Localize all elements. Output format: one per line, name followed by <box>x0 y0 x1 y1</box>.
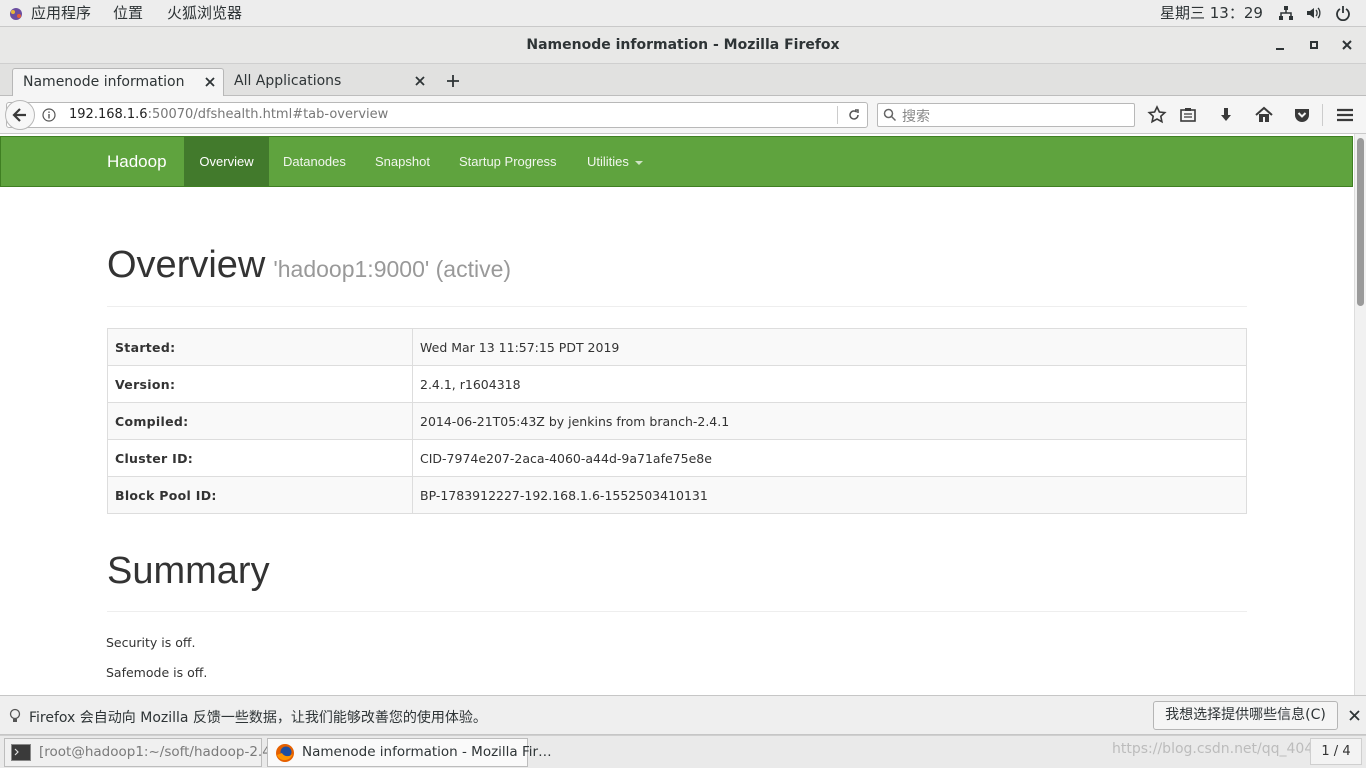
terminal-icon <box>11 744 31 761</box>
tab-all-applications[interactable]: All Applications <box>224 68 436 96</box>
close-tab-icon[interactable] <box>414 75 426 87</box>
task-terminal[interactable]: [root@hadoop1:~/soft/hadoop-2.4.1] <box>4 738 289 767</box>
table-row: Compiled: 2014-06-21T05:43Z by jenkins fr… <box>107 402 1247 440</box>
page-scrollbar[interactable] <box>1354 134 1366 695</box>
navigation-toolbar: 192.168.1.6:50070/dfshealth.html#tab-ove… <box>0 96 1366 134</box>
security-status: Security is off. <box>106 635 196 650</box>
nav-utilities[interactable]: Utilities <box>587 137 643 186</box>
overview-title: Overview <box>107 244 266 286</box>
firefox-app-menu[interactable]: 火狐浏览器 <box>167 0 242 27</box>
url-divider <box>837 106 838 124</box>
tab-label: Namenode information <box>23 74 185 90</box>
tab-strip: Namenode information All Applications <box>0 64 1366 96</box>
workspace-pager[interactable]: 1 / 4 <box>1310 738 1362 765</box>
system-top-bar: 应用程序 位置 火狐浏览器 星期三 13：29 <box>0 0 1366 27</box>
divider <box>107 611 1247 612</box>
tab-namenode-information[interactable]: Namenode information <box>12 68 224 96</box>
row-key: Compiled: <box>107 402 413 440</box>
power-icon[interactable] <box>1335 5 1351 21</box>
bookmark-star-icon[interactable] <box>1147 105 1167 125</box>
row-value: Wed Mar 13 11:57:15 PDT 2019 <box>412 328 1247 366</box>
reading-list-icon[interactable] <box>1178 105 1198 125</box>
summary-heading: Summary <box>107 550 270 592</box>
close-tab-icon[interactable] <box>204 76 216 88</box>
nav-startup-progress[interactable]: Startup Progress <box>459 137 557 186</box>
row-key: Block Pool ID: <box>107 476 413 514</box>
close-window-button[interactable] <box>1338 36 1356 54</box>
table-row: Version: 2.4.1, r1604318 <box>107 365 1247 403</box>
taskbar: [root@hadoop1:~/soft/hadoop-2.4.1] Namen… <box>0 735 1366 768</box>
page-content: Hadoop Overview Datanodes Snapshot Start… <box>0 134 1354 695</box>
table-row: Block Pool ID: BP-1783912227-192.168.1.6-… <box>107 476 1247 514</box>
overview-subtitle: 'hadoop1:9000' (active) <box>273 256 512 282</box>
network-icon[interactable] <box>1278 5 1294 21</box>
window-title-bar: Namenode information - Mozilla Firefox <box>0 27 1366 64</box>
firefox-icon <box>275 743 295 763</box>
url-host: 192.168.1.6 <box>69 107 148 122</box>
row-key: Started: <box>107 328 413 366</box>
search-icon <box>883 108 897 122</box>
applications-icon[interactable] <box>8 6 24 22</box>
row-value: CID-7974e207-2aca-4060-a44d-9a71afe75e8e <box>412 439 1247 477</box>
places-menu[interactable]: 位置 <box>113 0 143 27</box>
clock[interactable]: 星期三 13：29 <box>1160 0 1263 27</box>
url-text[interactable]: 192.168.1.6:50070/dfshealth.html#tab-ove… <box>69 107 388 122</box>
nav-datanodes[interactable]: Datanodes <box>283 137 346 186</box>
hadoop-navbar: Hadoop Overview Datanodes Snapshot Start… <box>0 136 1353 187</box>
row-value: 2.4.1, r1604318 <box>412 365 1247 403</box>
back-button[interactable] <box>5 100 35 130</box>
row-key: Cluster ID: <box>107 439 413 477</box>
toolbar-separator <box>1322 104 1323 126</box>
minimize-button[interactable] <box>1271 36 1289 54</box>
task-label: [root@hadoop1:~/soft/hadoop-2.4.1] <box>39 744 289 760</box>
safemode-status: Safemode is off. <box>106 665 208 680</box>
choose-data-button[interactable]: 我想选择提供哪些信息(C) <box>1153 701 1338 730</box>
table-row: Cluster ID: CID-7974e207-2aca-4060-a44d-9… <box>107 439 1247 477</box>
row-key: Version: <box>107 365 413 403</box>
tab-label: All Applications <box>234 73 342 89</box>
new-tab-icon[interactable] <box>445 73 461 89</box>
downloads-icon[interactable] <box>1216 105 1236 125</box>
nav-overview[interactable]: Overview <box>184 137 269 186</box>
nav-utilities-label: Utilities <box>587 154 629 169</box>
table-row: Started: Wed Mar 13 11:57:15 PDT 2019 <box>107 328 1247 366</box>
hamburger-menu-icon[interactable] <box>1335 105 1355 125</box>
scrollbar-thumb[interactable] <box>1357 138 1364 306</box>
notification-bar: Firefox 会自动向 Mozilla 反馈一些数据，让我们能够改善您的使用体… <box>0 695 1366 735</box>
overview-heading: Overview 'hadoop1:9000' (active) <box>107 244 1247 287</box>
reload-icon[interactable] <box>847 108 861 122</box>
lightbulb-icon <box>8 708 22 724</box>
close-notification-icon[interactable] <box>1349 710 1360 721</box>
search-input[interactable]: 搜索 <box>877 103 1135 127</box>
row-value: BP-1783912227-192.168.1.6-1552503410131 <box>412 476 1247 514</box>
window-title: Namenode information - Mozilla Firefox <box>526 37 840 53</box>
divider <box>107 306 1247 307</box>
home-icon[interactable] <box>1254 105 1274 125</box>
url-path: :50070/dfshealth.html#tab-overview <box>147 107 389 122</box>
maximize-button[interactable] <box>1305 36 1323 54</box>
volume-icon[interactable] <box>1305 5 1321 21</box>
nav-snapshot[interactable]: Snapshot <box>375 137 430 186</box>
row-value: 2014-06-21T05:43Z by jenkins from branch… <box>412 402 1247 440</box>
search-placeholder: 搜索 <box>902 109 930 125</box>
overview-table: Started: Wed Mar 13 11:57:15 PDT 2019 Ver… <box>107 328 1247 514</box>
url-bar[interactable]: 192.168.1.6:50070/dfshealth.html#tab-ove… <box>5 100 868 130</box>
hadoop-brand[interactable]: Hadoop <box>107 152 167 172</box>
applications-menu[interactable]: 应用程序 <box>31 0 91 27</box>
info-icon[interactable] <box>42 108 56 122</box>
notification-message: Firefox 会自动向 Mozilla 反馈一些数据，让我们能够改善您的使用体… <box>29 710 487 726</box>
pocket-icon[interactable] <box>1292 105 1312 125</box>
caret-down-icon <box>634 160 643 165</box>
task-firefox[interactable]: Namenode information - Mozilla Fir… <box>267 738 552 767</box>
task-label: Namenode information - Mozilla Fir… <box>302 744 552 760</box>
